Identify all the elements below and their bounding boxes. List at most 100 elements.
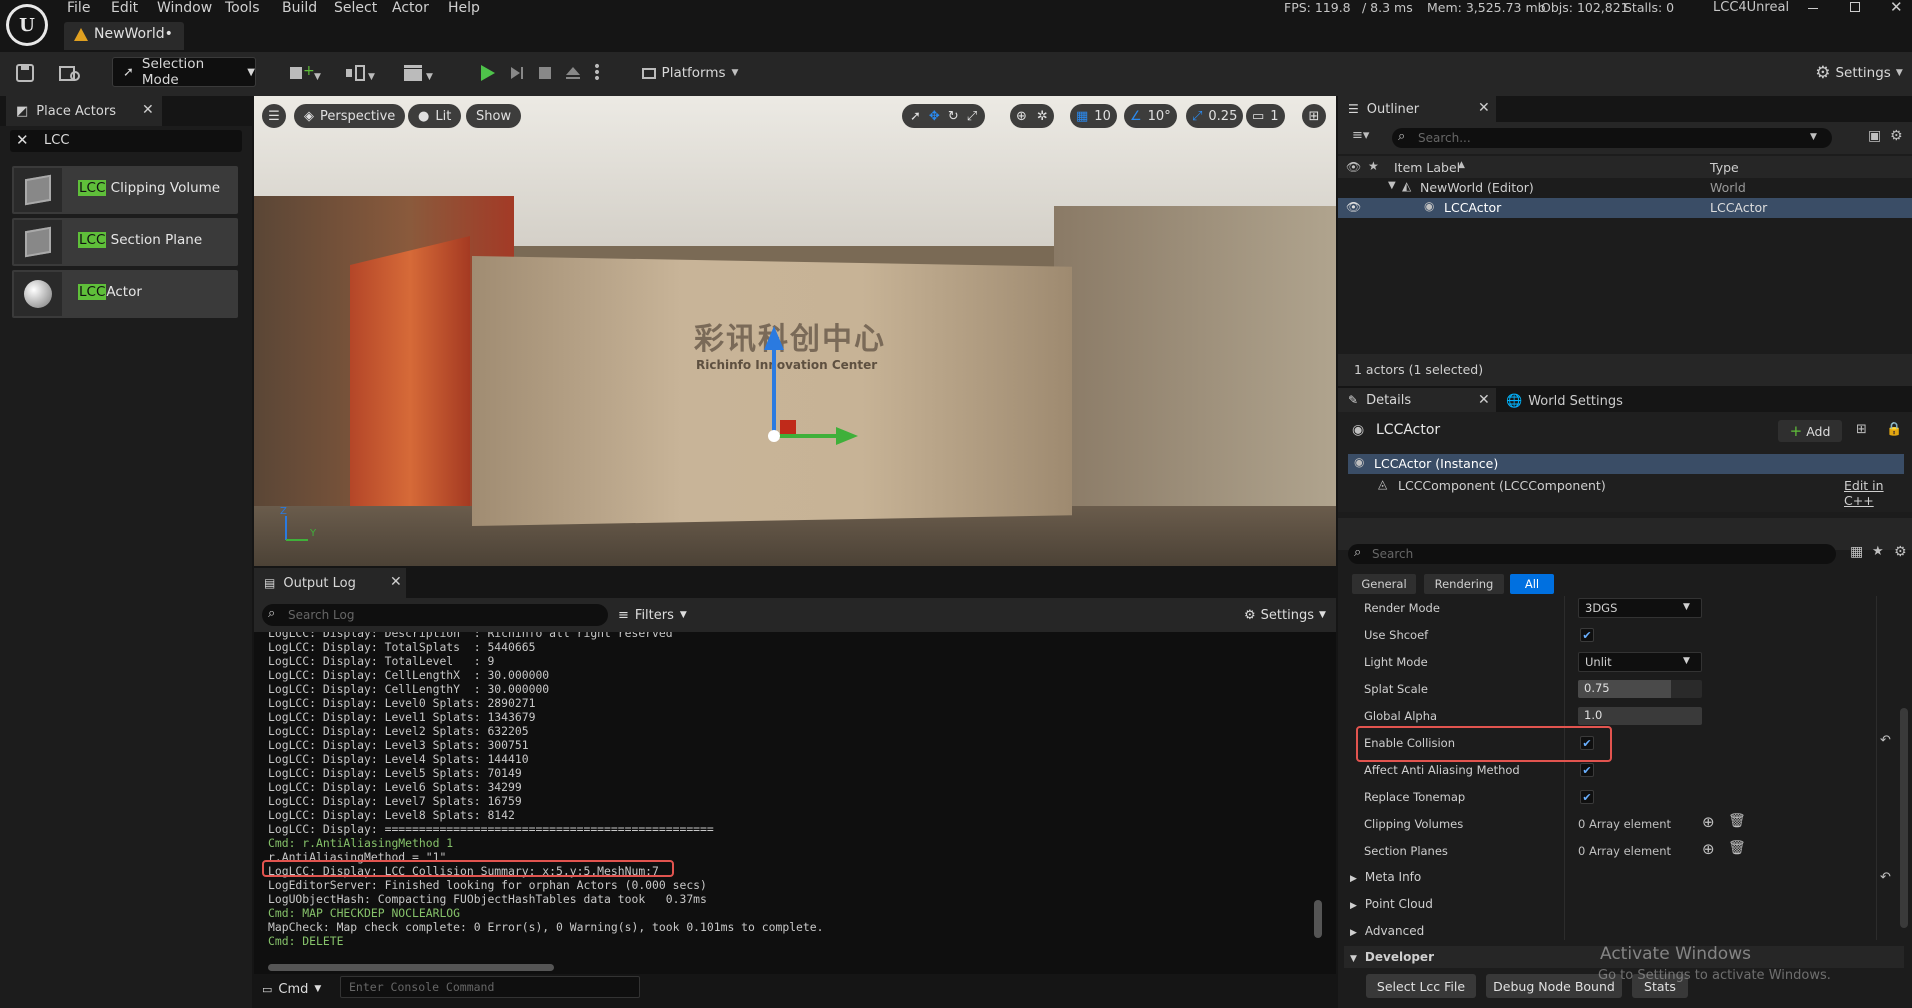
platforms-dropdown[interactable]: Platforms ▼ [640, 60, 740, 86]
close-icon[interactable]: ✕ [1478, 392, 1490, 408]
settings-dropdown[interactable]: ⚙ Settings ▼ [1812, 60, 1906, 86]
step-icon[interactable] [505, 60, 529, 86]
minimize-icon[interactable] [1808, 8, 1818, 9]
close-icon[interactable]: ✕ [1478, 100, 1490, 116]
details-scrollbar[interactable] [1900, 708, 1908, 928]
menu-actor[interactable]: Actor [392, 0, 429, 16]
add-element-icon[interactable]: ⊕ [1702, 813, 1715, 831]
col-item-label[interactable]: Item Label [1394, 160, 1460, 175]
select-tool-icon[interactable]: ➚ [910, 109, 921, 124]
blueprint-icon[interactable]: ▼ [342, 60, 382, 86]
table-view-icon[interactable]: ▦ [1850, 544, 1863, 560]
level-viewport[interactable]: 彩讯科创中心 Richinfo Innovation Center Z Y ☰ … [254, 96, 1336, 566]
trash-icon[interactable]: 🗑 [1728, 813, 1746, 829]
filter-all[interactable]: All [1510, 574, 1554, 594]
details-tab[interactable]: ✎ Details [1338, 388, 1496, 412]
light-mode-select[interactable]: Unlit ▼ [1578, 652, 1702, 672]
add-folder-icon[interactable]: ▣ [1868, 128, 1881, 144]
gear-icon[interactable]: ⚙ [1894, 544, 1907, 560]
play-options-icon[interactable]: • • • [590, 60, 604, 86]
lit-button[interactable]: ● Lit [408, 104, 462, 128]
add-element-icon[interactable]: ⊕ [1702, 840, 1715, 858]
save-icon[interactable] [14, 62, 36, 84]
viewport-menu-icon[interactable]: ☰ [262, 104, 286, 128]
section-developer[interactable]: ▼ Developer [1350, 950, 1434, 964]
actor-item-section-plane[interactable]: LCC Section Plane [12, 218, 238, 266]
filter-icon[interactable]: ≡▾ [1352, 128, 1369, 143]
actor-item-lcc-actor[interactable]: LCCActor [12, 270, 238, 318]
gear-icon[interactable]: ⚙ [1890, 128, 1903, 144]
eject-icon[interactable] [561, 60, 585, 86]
section-meta-info[interactable]: ▶ Meta Info [1350, 870, 1421, 884]
world-local-icon[interactable]: ⊕ [1016, 109, 1027, 124]
filter-general[interactable]: General [1352, 574, 1416, 594]
menu-tools[interactable]: Tools [225, 0, 260, 16]
close-icon[interactable]: ✕ [142, 102, 154, 118]
trash-icon[interactable]: 🗑 [1728, 840, 1746, 856]
filter-rendering[interactable]: Rendering [1424, 574, 1504, 594]
outliner-search-input[interactable]: ⌕ Search... ▼ [1392, 128, 1832, 148]
console-input[interactable]: Enter Console Command [340, 976, 640, 998]
rotate-tool-icon[interactable]: ↻ [948, 109, 959, 124]
menu-window[interactable]: Window [157, 0, 212, 16]
play-icon[interactable] [474, 60, 500, 86]
move-tool-icon[interactable]: ✥ [929, 109, 940, 124]
favorite-icon[interactable]: ★ [1872, 544, 1884, 559]
menu-select[interactable]: Select [334, 0, 377, 16]
col-type[interactable]: Type [1710, 160, 1739, 175]
section-advanced[interactable]: ▶ Advanced [1350, 924, 1424, 938]
menu-file[interactable]: File [67, 0, 90, 16]
close-window-icon[interactable]: ✕ [1890, 0, 1903, 16]
details-search-input[interactable]: ⌕ Search [1348, 544, 1836, 564]
content-browser-icon[interactable] [58, 62, 82, 84]
level-tab[interactable]: NewWorld• [64, 22, 184, 50]
blueprint-convert-icon[interactable]: ⊞ [1856, 422, 1867, 437]
output-log-tab[interactable]: ▤ Output Log [254, 568, 406, 598]
edit-in-cpp-link[interactable]: Edit in C++ [1844, 478, 1904, 508]
close-icon[interactable]: ✕ [390, 574, 402, 590]
scale-snap-button[interactable]: ⤢ 0.25 [1186, 104, 1244, 128]
add-actor-icon[interactable]: + ▼ [286, 60, 326, 86]
clear-search-icon[interactable]: ✕ [16, 131, 29, 149]
log-hscrollbar[interactable] [268, 964, 554, 971]
expand-arrow-icon[interactable]: ▼ [1388, 180, 1396, 191]
use-shcoef-checkbox[interactable]: ✔ [1580, 628, 1594, 642]
place-actors-tab[interactable]: ◩ Place Actors [6, 96, 162, 126]
menu-help[interactable]: Help [448, 0, 480, 16]
component-instance-row[interactable]: ◉ LCCActor (Instance) [1348, 454, 1904, 474]
camera-speed-button[interactable]: ▭ 1 [1246, 104, 1285, 128]
log-filters-button[interactable]: ≡ Filters ▼ [618, 604, 687, 626]
lock-icon[interactable]: 🔒 [1886, 422, 1902, 437]
transform-gizmo[interactable] [754, 326, 874, 466]
affect-aa-checkbox[interactable]: ✔ [1580, 763, 1594, 777]
unreal-logo-icon[interactable]: U [6, 4, 48, 46]
outliner-row-lccactor[interactable]: 👁 ◉ LCCActor LCCActor [1338, 198, 1912, 218]
log-search-input[interactable]: ⌕ Search Log [262, 604, 608, 626]
menu-edit[interactable]: Edit [111, 0, 138, 16]
section-point-cloud[interactable]: ▶ Point Cloud [1350, 897, 1433, 911]
angle-snap-button[interactable]: ∠ 10° [1124, 104, 1177, 128]
cinematics-icon[interactable]: ▼ [400, 60, 440, 86]
place-actors-search[interactable]: ✕ LCC [10, 130, 242, 152]
global-alpha-input[interactable]: 1.0 [1578, 707, 1702, 725]
replace-tonemap-checkbox[interactable]: ✔ [1580, 790, 1594, 804]
reset-to-default-icon[interactable]: ↶ [1880, 733, 1891, 748]
surface-snap-icon[interactable]: ✲ [1037, 109, 1048, 124]
layout-icon[interactable]: ⊞ [1302, 104, 1326, 128]
cmd-dropdown[interactable]: ▭ Cmd ▼ [262, 978, 321, 1000]
reset-to-default-icon[interactable]: ↶ [1880, 870, 1891, 885]
selection-mode-dropdown[interactable]: ➚ Selection Mode ▼ [112, 56, 256, 88]
select-lcc-file-button[interactable]: Select Lcc File [1366, 974, 1476, 998]
render-mode-select[interactable]: 3DGS ▼ [1578, 598, 1702, 618]
show-button[interactable]: Show [466, 104, 522, 128]
world-settings-tab[interactable]: 🌐 World Settings [1506, 390, 1623, 412]
maximize-icon[interactable] [1850, 2, 1860, 12]
visibility-icon[interactable]: 👁 [1346, 200, 1361, 214]
perspective-button[interactable]: ◈ Perspective [294, 104, 406, 128]
log-scrollbar[interactable] [1314, 900, 1322, 938]
outliner-tab[interactable]: ☰ Outliner [1338, 96, 1496, 122]
outliner-row-world[interactable]: ▼ ◭ NewWorld (Editor) World [1338, 178, 1912, 198]
actor-item-clipping-volume[interactable]: LCC Clipping Volume [12, 166, 238, 214]
add-component-button[interactable]: + Add [1778, 420, 1842, 442]
scale-tool-icon[interactable]: ⤢ [967, 109, 977, 124]
